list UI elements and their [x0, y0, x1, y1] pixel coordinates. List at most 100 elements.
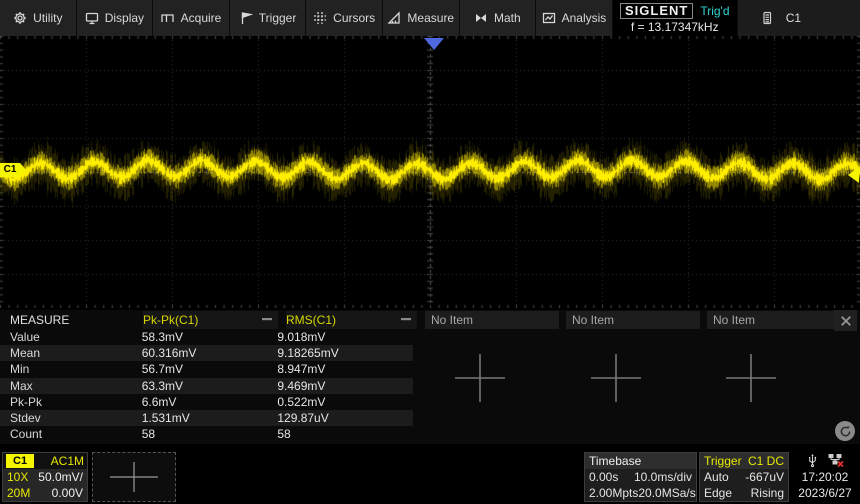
acquire-icon [161, 11, 175, 25]
timebase-title: Timebase [589, 454, 641, 468]
channel-selector-label: C1 [786, 11, 801, 25]
menu-trigger[interactable]: Trigger [230, 0, 307, 36]
measure-col-empty[interactable]: No Item [566, 311, 700, 329]
channel1-badge[interactable]: C1 [6, 454, 34, 468]
list-icon [760, 11, 774, 25]
menu-utility[interactable]: Utility [0, 0, 77, 36]
measure-header-row: MEASURE Pk-Pk(C1) RMS(C1) No Item No Ite… [0, 310, 860, 329]
add-measure-icon[interactable] [447, 351, 513, 405]
menu-analysis[interactable]: Analysis [536, 0, 613, 36]
measure-col-label: RMS(C1) [286, 313, 336, 327]
offset-value: 0.00V [52, 486, 83, 500]
brand-panel: SIGLENT Trig'd f = 13.17347kHz [613, 0, 738, 36]
trigger-level: -667uV [745, 470, 784, 484]
trigger-source: C1 DC [748, 454, 784, 468]
add-measure-icon[interactable] [718, 351, 784, 405]
timebase-points: 2.00Mpts [589, 486, 638, 500]
display-icon [85, 11, 99, 25]
clock-time: 17:20:02 [802, 470, 849, 485]
menu-label: Acquire [181, 11, 222, 25]
clock-date: 2023/6/27 [798, 486, 851, 501]
trigger-title: Trigger [704, 454, 742, 468]
cell-value: 9.018mV [277, 330, 413, 344]
trigger-status: Trig'd [700, 4, 729, 18]
trigger-box[interactable]: Trigger C1 DC Auto -667uV Edge Rising [699, 452, 789, 502]
remove-measure-icon[interactable] [262, 318, 272, 321]
menu-label: Cursors [333, 11, 375, 25]
network-disconnected-icon [828, 453, 844, 468]
flag-icon [239, 11, 253, 25]
gear-icon [13, 11, 27, 25]
cell-value: 129.87uV [277, 411, 413, 425]
timebase-box[interactable]: Timebase 0.00s 10.0ms/div 2.00Mpts 20.0M… [584, 452, 697, 502]
cell-value: 58.3mV [142, 330, 278, 344]
cell-value: 0.522mV [277, 395, 413, 409]
status-panel: 17:20:02 2023/6/27 [792, 452, 858, 502]
trigger-position-marker[interactable] [424, 38, 444, 50]
menu-measure[interactable]: Measure [383, 0, 460, 36]
channel-selector-button[interactable]: C1 [738, 0, 860, 36]
timebase-delay: 0.00s [589, 470, 618, 484]
menu-label: Trigger [259, 11, 297, 25]
row-label: Max [0, 379, 142, 393]
cell-value: 8.947mV [277, 362, 413, 376]
menu-acquire[interactable]: Acquire [153, 0, 230, 36]
measure-col-label: Pk-Pk(C1) [143, 313, 198, 327]
table-row: Count 58 58 [0, 426, 413, 442]
cell-value: 9.18265mV [277, 346, 413, 360]
measure-col-rms[interactable]: RMS(C1) [286, 311, 417, 329]
oscilloscope-screen: Utility Display Acquire Trigger Cursors … [0, 0, 860, 504]
probe-value: 10X [7, 470, 28, 484]
close-icon[interactable] [834, 310, 857, 331]
table-row: Min 56.7mV 8.947mV [0, 361, 413, 377]
analysis-icon [542, 11, 556, 25]
add-measure-icon[interactable] [583, 351, 649, 405]
table-row: Mean 60.316mV 9.18265mV [0, 345, 413, 361]
table-row: Value 58.3mV 9.018mV [0, 329, 413, 345]
cell-value: 1.531mV [142, 411, 278, 425]
trigger-type: Edge [704, 486, 732, 500]
measure-icon [387, 11, 401, 25]
cursors-icon [313, 11, 327, 25]
trigger-slope: Rising [751, 486, 784, 500]
coupling-value: AC1M [51, 454, 84, 468]
frequency-readout: f = 13.17347kHz [631, 20, 719, 34]
timebase-rate: 20.0MSa/s [638, 486, 695, 500]
math-icon [474, 11, 488, 25]
measure-col-pkpk[interactable]: Pk-Pk(C1) [143, 311, 278, 329]
menu-math[interactable]: Math [460, 0, 537, 36]
table-row: Max 63.3mV 9.469mV [0, 378, 413, 394]
row-label: Stdev [0, 411, 142, 425]
add-channel-box[interactable] [92, 452, 176, 502]
menu-display[interactable]: Display [77, 0, 154, 36]
volts-per-div: 50.0mV/ [38, 470, 83, 484]
measure-col-empty[interactable]: No Item [707, 311, 841, 329]
trigger-mode: Auto [704, 470, 729, 484]
channel-zero-marker[interactable]: C1 [0, 163, 20, 177]
reset-statistics-icon[interactable] [835, 421, 855, 441]
menu-label: Display [105, 11, 144, 25]
menu-label: Analysis [562, 11, 607, 25]
menu-label: Measure [407, 11, 454, 25]
waveform-display[interactable] [0, 36, 860, 308]
measure-title: MEASURE [0, 313, 143, 327]
trigger-level-marker[interactable] [848, 167, 859, 183]
menu-label: Math [494, 11, 521, 25]
row-label: Pk-Pk [0, 395, 142, 409]
menu-label: Utility [33, 11, 62, 25]
measure-panel: MEASURE Pk-Pk(C1) RMS(C1) No Item No Ite… [0, 310, 860, 444]
menu-cursors[interactable]: Cursors [306, 0, 383, 36]
measure-col-empty[interactable]: No Item [425, 311, 559, 329]
cell-value: 9.469mV [277, 379, 413, 393]
cell-value: 58 [142, 427, 278, 441]
menubar: Utility Display Acquire Trigger Cursors … [0, 0, 860, 36]
cell-value: 6.6mV [142, 395, 278, 409]
row-label: Value [0, 330, 142, 344]
table-row: Pk-Pk 6.6mV 0.522mV [0, 394, 413, 410]
table-row: Stdev 1.531mV 129.87uV [0, 410, 413, 426]
row-label: Min [0, 362, 142, 376]
cell-value: 63.3mV [142, 379, 278, 393]
channel1-info-box[interactable]: C1 AC1M 10X 50.0mV/ 20M 0.00V [2, 452, 88, 502]
bottombar: C1 AC1M 10X 50.0mV/ 20M 0.00V Timebase 0… [0, 450, 860, 504]
remove-measure-icon[interactable] [401, 318, 411, 321]
